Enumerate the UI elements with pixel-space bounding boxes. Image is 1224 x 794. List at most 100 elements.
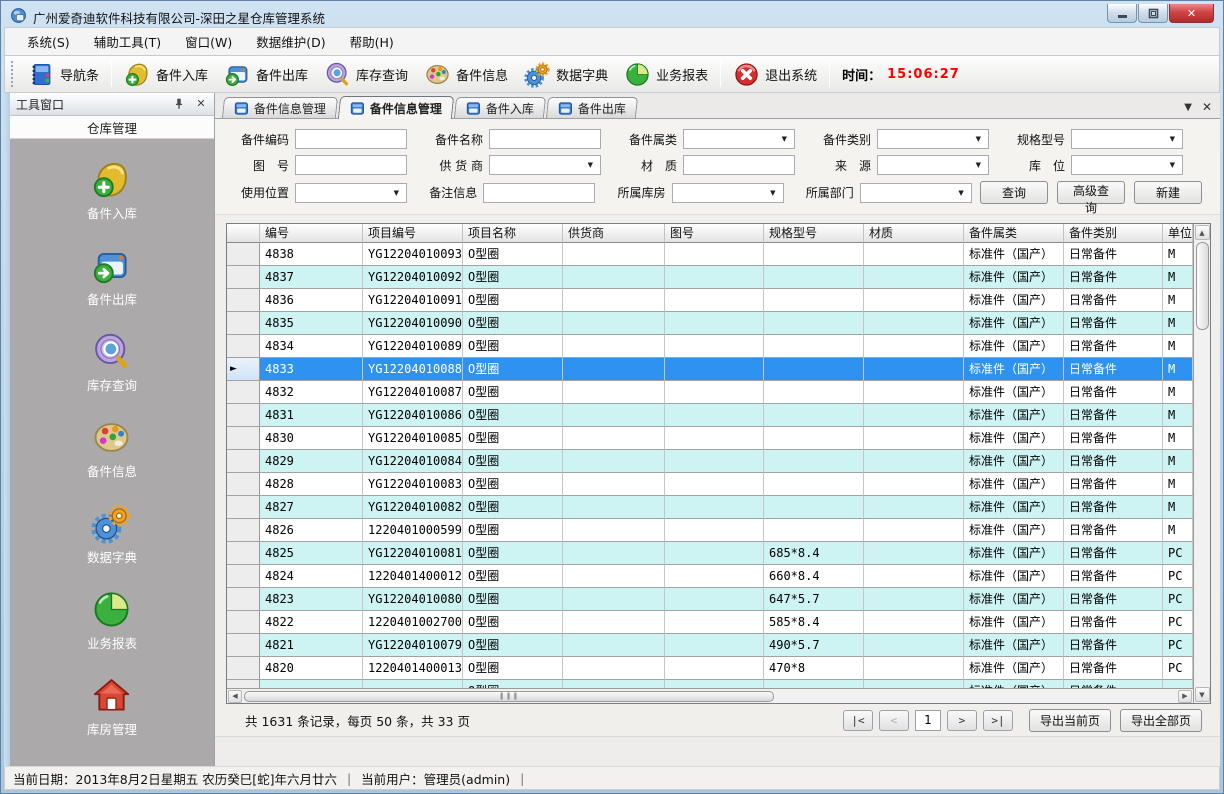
cell-supplier[interactable] [563,657,665,680]
cell-project-code[interactable]: YG12204010092 [363,266,463,289]
cell-supplier[interactable] [563,404,665,427]
cell-project-name[interactable]: O型圈 [463,519,563,542]
usage-location-select[interactable]: ▼ [295,183,407,203]
export-current-page-button[interactable]: 导出当前页 [1029,709,1111,732]
cell-project-name[interactable]: O型圈 [463,289,563,312]
row-selector-cell[interactable] [227,473,260,496]
export-all-pages-button[interactable]: 导出全部页 [1120,709,1202,732]
table-row[interactable]: 4824 1220401400012 O型圈 660*8.4 标准件（国产） 日… [227,565,1193,588]
cell-spec[interactable]: 470*8 [764,657,864,680]
cell-unit[interactable]: M [1163,427,1193,450]
cell-material[interactable] [864,496,964,519]
cell-part-category[interactable]: 日常备件 [1064,381,1163,404]
cell-project-code[interactable]: YG12204010093 [363,243,463,266]
cell-project-code[interactable]: YG12204010085 [363,427,463,450]
cell-part-attr[interactable]: 标准件（国产） [964,381,1064,404]
cell-spec[interactable] [764,404,864,427]
tab-parts-info-mgmt-2[interactable]: 备件信息管理 [338,96,454,119]
department-select[interactable]: ▼ [860,183,972,203]
cell-material[interactable] [864,243,964,266]
cell-part-category[interactable]: 日常备件 [1064,588,1163,611]
cell-material[interactable] [864,588,964,611]
col-number[interactable]: 编号 [260,224,363,243]
cell-part-category[interactable]: 日常备件 [1064,473,1163,496]
col-supplier[interactable]: 供货商 [563,224,665,243]
cell-spec[interactable]: 647*5.7 [764,588,864,611]
cell-project-name[interactable]: O型圈 [463,588,563,611]
vertical-scroll-thumb[interactable] [1196,242,1209,330]
cell-project-name[interactable]: O型圈 [463,358,563,381]
cell-part-attr[interactable]: 标准件（国产） [964,243,1064,266]
cell-number[interactable]: 4821 [260,634,363,657]
remark-input[interactable] [483,183,595,203]
table-row[interactable]: 4826 1220401000599 O型圈 标准件（国产） 日常备件 M [227,519,1193,542]
col-part-category[interactable]: 备件类别 [1064,224,1163,243]
toolbar-exit-system[interactable]: 退出系统 [725,59,825,90]
cell-supplier[interactable] [563,473,665,496]
cell-part-attr[interactable]: 标准件（国产） [964,358,1064,381]
cell-material[interactable] [864,381,964,404]
sidebar-item-stock-out[interactable]: 备件出库 [87,245,137,308]
cell-part-category[interactable]: 日常备件 [1064,404,1163,427]
table-row[interactable]: 4835 YG12204010090 O型圈 标准件（国产） 日常备件 M [227,312,1193,335]
cell-spec[interactable] [764,450,864,473]
table-row[interactable]: 4827 YG12204010082 O型圈 标准件（国产） 日常备件 M [227,496,1193,519]
cell-part-attr[interactable]: 标准件（国产） [964,611,1064,634]
cell-spec[interactable] [764,473,864,496]
cell-unit[interactable]: M [1163,312,1193,335]
row-selector-cell[interactable] [227,335,260,358]
cell-project-name[interactable]: O型圈 [463,611,563,634]
toolbar-business-report[interactable]: 业务报表 [616,59,716,90]
source-select[interactable]: ▼ [877,155,989,175]
scroll-left-icon[interactable]: ◀ [228,690,242,703]
cell-number[interactable]: 4835 [260,312,363,335]
cell-spec[interactable] [764,289,864,312]
cell-spec[interactable] [764,496,864,519]
close-icon[interactable]: ✕ [194,97,208,111]
row-selector-cell[interactable] [227,496,260,519]
cell-part-category[interactable]: 日常备件 [1064,496,1163,519]
cell-unit[interactable]: M [1163,496,1193,519]
sidebar-item-warehouse-mgmt[interactable]: 库房管理 [87,675,137,738]
horizontal-scroll-thumb[interactable]: ❚❚❚ [244,691,774,702]
scroll-up-icon[interactable]: ▲ [1195,225,1210,240]
cell-supplier[interactable] [563,358,665,381]
cell-material[interactable] [864,473,964,496]
cell-spec[interactable]: 585*8.4 [764,611,864,634]
cell-part-category[interactable]: 日常备件 [1064,427,1163,450]
cell-spec[interactable] [764,680,864,688]
cell-part-attr[interactable]: 标准件（国产） [964,450,1064,473]
cell-part-attr[interactable]: 标准件（国产） [964,519,1064,542]
cell-part-category[interactable]: 日常备件 [1064,289,1163,312]
cell-figure-no[interactable] [665,266,764,289]
minimize-button[interactable] [1107,4,1137,23]
cell-project-name[interactable]: O型圈 [463,381,563,404]
cell-spec[interactable]: 490*5.7 [764,634,864,657]
supplier-select[interactable]: ▼ [489,155,601,175]
figure-no-input[interactable] [295,155,407,175]
last-page-button[interactable]: >| [983,710,1013,731]
cell-unit[interactable]: M [1163,450,1193,473]
cell-part-attr[interactable]: 标准件（国产） [964,404,1064,427]
table-row[interactable]: 4829 YG12204010084 O型圈 标准件（国产） 日常备件 M [227,450,1193,473]
cell-material[interactable] [864,312,964,335]
toolbar-grip[interactable] [11,61,15,87]
row-selector-cell[interactable] [227,404,260,427]
row-selector-cell[interactable] [227,565,260,588]
cell-project-code[interactable]: YG12204010079 [363,634,463,657]
col-unit[interactable]: 单位 [1163,224,1193,243]
cell-project-name[interactable]: O型圈 [463,427,563,450]
bin-location-select[interactable]: ▼ [1071,155,1183,175]
cell-part-attr[interactable]: 标准件（国产） [964,680,1064,688]
row-selector-cell[interactable] [227,588,260,611]
cell-number[interactable]: 4823 [260,588,363,611]
cell-project-code[interactable]: 1220401002700 [363,611,463,634]
cell-material[interactable] [864,450,964,473]
cell-project-code[interactable]: YG12204010090 [363,312,463,335]
cell-material[interactable] [864,542,964,565]
sidebar-item-business-report[interactable]: 业务报表 [87,589,137,652]
part-code-input[interactable] [295,129,407,149]
sidebar-item-inventory-search[interactable]: 库存查询 [87,331,137,394]
table-row[interactable]: 4823 YG12204010080 O型圈 647*5.7 标准件（国产） 日… [227,588,1193,611]
cell-supplier[interactable] [563,496,665,519]
